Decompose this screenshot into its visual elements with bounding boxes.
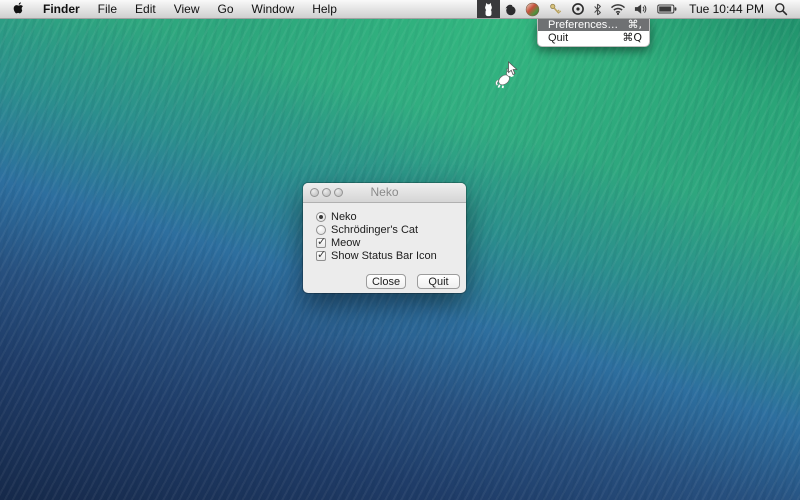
menu-item-label: Preferences… [548,19,620,31]
menu-item-label: Quit [548,32,614,44]
volume-icon [634,3,649,15]
menubar-clock[interactable]: Tue 10:44 PM [681,2,770,16]
checkbox-label: Show Status Bar Icon [331,250,437,262]
menu-item-shortcut: ⌘, [628,18,643,31]
radio-schrodingers-cat[interactable]: Schrödinger's Cat [316,223,418,236]
close-button[interactable]: Close [366,274,406,289]
mouse-cursor [507,61,518,82]
spotlight-search-icon [774,2,788,16]
status-area: Tue 10:44 PM [477,0,800,18]
swirl-icon [504,3,517,16]
wifi-status-item[interactable] [606,0,630,18]
app-menus: Finder File Edit View Go Window Help [0,0,346,18]
menu-edit[interactable]: Edit [126,0,165,18]
bluetooth-icon [593,3,602,16]
neko-status-item[interactable] [477,0,500,18]
menu-item-preferences[interactable]: Preferences… ⌘, [538,18,649,31]
menu-window[interactable]: Window [243,0,304,18]
quit-button[interactable]: Quit [417,274,460,289]
checkbox-icon[interactable] [316,251,326,261]
menu-view[interactable]: View [165,0,209,18]
checkbox-icon[interactable] [316,238,326,248]
spotlight-status-item[interactable] [770,0,792,18]
menu-item-quit[interactable]: Quit ⌘Q [538,31,649,44]
bluetooth-status-item[interactable] [589,0,606,18]
target-icon [571,2,585,16]
menu-help[interactable]: Help [303,0,346,18]
target-app-status-item[interactable] [567,0,589,18]
color-sphere-icon [525,2,540,17]
window-titlebar[interactable]: Neko [303,183,466,203]
checkbox-show-status-bar-icon[interactable]: Show Status Bar Icon [316,249,437,262]
color-sphere-status-item[interactable] [521,0,544,18]
checkbox-label: Meow [331,237,360,249]
apple-logo-icon [12,1,24,18]
menu-file[interactable]: File [89,0,126,18]
menu-finder[interactable]: Finder [34,0,89,18]
radio-button-icon[interactable] [316,225,326,235]
swirl-app-status-item[interactable] [500,0,521,18]
radio-label: Schrödinger's Cat [331,224,418,236]
key-icon [548,2,563,17]
menu-item-shortcut: ⌘Q [622,31,642,44]
neko-status-menu: Preferences… ⌘, Quit ⌘Q [537,18,650,47]
menu-bar: Finder File Edit View Go Window Help [0,0,800,19]
neko-window: Neko Neko Schrödinger's Cat Meow Show St… [303,183,466,293]
window-title: Neko [303,183,466,202]
key-app-status-item[interactable] [544,0,567,18]
volume-status-item[interactable] [630,0,653,18]
neko-cat-icon [482,2,495,17]
apple-menu[interactable] [0,0,34,18]
radio-label: Neko [331,211,357,223]
radio-button-icon[interactable] [316,212,326,222]
radio-neko[interactable]: Neko [316,210,357,223]
wifi-icon [610,3,626,15]
battery-status-item[interactable] [653,0,681,18]
menu-go[interactable]: Go [209,0,243,18]
battery-icon [657,4,677,14]
desktop[interactable]: Finder File Edit View Go Window Help [0,0,800,500]
